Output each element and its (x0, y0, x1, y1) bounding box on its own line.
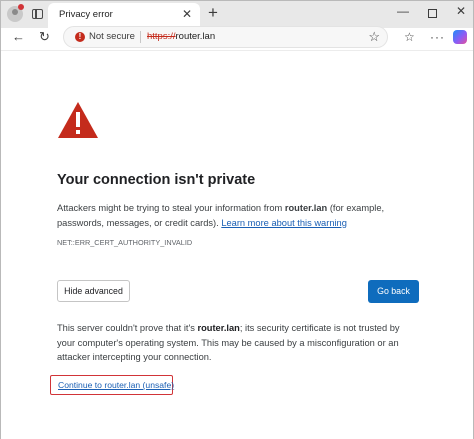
window-close-icon[interactable]: ✕ (456, 4, 466, 18)
description-host: router.lan (284, 203, 328, 213)
reload-icon[interactable]: ↻ (39, 29, 50, 45)
minimize-icon[interactable]: — (397, 4, 409, 18)
profile-notification-dot (18, 4, 24, 10)
go-back-button[interactable]: Go back (368, 280, 419, 303)
proceed-link-highlight: Continue to router.lan (unsafe) (50, 375, 174, 395)
copilot-icon[interactable] (453, 30, 467, 44)
warning-triangle-icon (58, 102, 98, 138)
more-menu-icon[interactable]: ··· (430, 29, 445, 45)
tab-strip: Privacy error ✕ + — ✕ (1, 1, 473, 28)
new-tab-icon[interactable]: + (208, 4, 218, 22)
not-secure-icon[interactable]: ! (75, 32, 85, 42)
security-label[interactable]: Not secure (89, 31, 135, 42)
advanced-details: This server couldn't prove that it's rou… (57, 321, 419, 365)
description-text: Attackers might be trying to steal your … (57, 203, 285, 213)
url-text[interactable]: https://router.lan (147, 31, 215, 42)
hide-advanced-button[interactable]: Hide advanced (57, 280, 130, 302)
warning-description: Attackers might be trying to steal your … (57, 201, 417, 230)
proceed-unsafe-link[interactable]: Continue to router.lan (unsafe) (58, 380, 174, 390)
url-host: router.lan (175, 31, 216, 42)
favorites-icon[interactable]: ☆ (404, 29, 415, 45)
error-page: Your connection isn't private Attackers … (1, 50, 473, 439)
tab-privacy-error[interactable]: Privacy error ✕ (48, 3, 200, 28)
tab-close-icon[interactable]: ✕ (182, 7, 192, 21)
details-host: router.lan (197, 323, 240, 333)
details-prefix: This server couldn't prove that it's (57, 323, 198, 333)
address-separator (140, 31, 141, 43)
learn-more-link[interactable]: Learn more about this warning (221, 218, 347, 228)
page-title: Your connection isn't private (57, 172, 256, 188)
favorite-star-icon[interactable]: ☆ (368, 29, 380, 45)
maximize-icon[interactable] (428, 9, 437, 18)
error-code: NET::ERR_CERT_AUTHORITY_INVALID (57, 238, 193, 247)
navigation-toolbar: ← ↻ ! Not secure https://router.lan ☆ ☆ … (1, 26, 473, 48)
address-bar[interactable]: ! Not secure https://router.lan ☆ (63, 26, 388, 48)
tab-title: Privacy error (59, 9, 113, 20)
tab-actions-icon[interactable] (32, 9, 43, 19)
url-scheme: https:// (147, 31, 176, 42)
browser-window: Privacy error ✕ + — ✕ ← ↻ ! Not secure h… (0, 0, 474, 439)
back-arrow-icon[interactable]: ← (12, 29, 25, 45)
